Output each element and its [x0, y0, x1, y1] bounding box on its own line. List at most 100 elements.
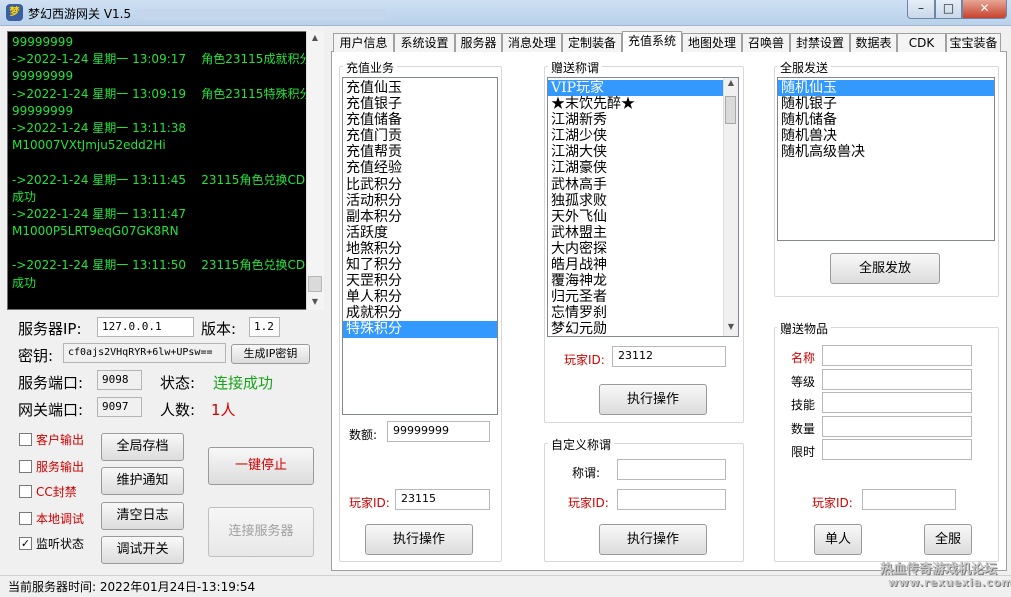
list-item[interactable]: 江湖大侠: [548, 144, 738, 160]
connect-server-button[interactable]: 连接服务器: [208, 507, 314, 557]
log-scrollbar[interactable]: ▲ ▼: [306, 31, 324, 310]
gift-title-scrollbar[interactable]: ▲ ▼: [723, 78, 738, 336]
gift-field-input[interactable]: [822, 392, 972, 413]
list-item[interactable]: VIP玩家: [548, 80, 738, 97]
gift-field-input[interactable]: [822, 439, 972, 460]
list-item[interactable]: 武林盟主: [548, 225, 738, 241]
gift-single-button[interactable]: 单人: [814, 524, 862, 555]
list-item[interactable]: 成就积分: [343, 305, 497, 321]
list-item[interactable]: 单人积分: [343, 289, 497, 305]
gateway-port-field[interactable]: 9097: [97, 397, 142, 417]
list-item[interactable]: 皓月战神: [548, 257, 738, 273]
list-item[interactable]: 充值仙玉: [343, 80, 497, 96]
server-ip-field[interactable]: 127.0.0.1: [97, 317, 194, 337]
list-item[interactable]: 归元圣者: [548, 289, 738, 305]
scroll-down-icon[interactable]: ▼: [307, 295, 323, 309]
list-item[interactable]: 特殊积分: [343, 321, 497, 338]
broadcast-listbox[interactable]: 随机仙玉 随机银子 随机储备 随机兽决 随机高级兽决: [777, 77, 995, 241]
stop-all-button[interactable]: 一键停止: [208, 447, 314, 485]
maximize-button[interactable]: □: [935, 0, 962, 19]
scroll-down-icon[interactable]: ▼: [724, 322, 738, 331]
amount-field[interactable]: 99999999: [387, 421, 490, 442]
tab-4[interactable]: 定制装备: [562, 33, 622, 52]
list-item[interactable]: 充值门贡: [343, 128, 497, 144]
option-label[interactable]: 客户输出: [36, 431, 84, 448]
list-item[interactable]: 充值储备: [343, 112, 497, 128]
list-item[interactable]: 副本积分: [343, 209, 497, 225]
debug-toggle-button[interactable]: 调试开关: [101, 536, 184, 564]
gift-player-id-field[interactable]: [862, 489, 956, 510]
tab-7[interactable]: 召唤兽: [742, 33, 790, 52]
recharge-player-id-field[interactable]: 23115: [395, 489, 490, 510]
custom-title-player-id-field[interactable]: [617, 489, 726, 510]
custom-title-name-field[interactable]: [617, 459, 726, 480]
list-item[interactable]: 梦幻元勋: [548, 321, 738, 336]
list-item[interactable]: 随机兽决: [778, 128, 994, 144]
tab-5[interactable]: 充值系统: [622, 31, 682, 52]
gift-field-input[interactable]: [822, 416, 972, 437]
list-item[interactable]: 独孤求败: [548, 193, 738, 209]
recharge-listbox[interactable]: 充值仙玉 充值银子 充值储备 充值门贡 充值帮贡 充值经验 比武积分 活动积分 副本积分 活跃度地…: [342, 77, 498, 415]
list-item[interactable]: 比武积分: [343, 177, 497, 193]
option-checkbox[interactable]: [19, 485, 32, 498]
list-item[interactable]: 随机储备: [778, 112, 994, 128]
clear-log-button[interactable]: 清空日志: [101, 502, 184, 530]
title-player-id-field[interactable]: 23112: [612, 346, 726, 367]
option-label[interactable]: CC封禁: [36, 483, 77, 500]
list-item[interactable]: 充值经验: [343, 160, 497, 176]
tab-8[interactable]: 封禁设置: [790, 33, 850, 52]
list-item[interactable]: 活动积分: [343, 193, 497, 209]
tab-3[interactable]: 消息处理: [502, 33, 562, 52]
list-item[interactable]: 充值银子: [343, 96, 497, 112]
minimize-button[interactable]: –: [907, 0, 935, 19]
list-item[interactable]: 武林高手: [548, 177, 738, 193]
option-checkbox[interactable]: [19, 460, 32, 473]
scroll-up-icon[interactable]: ▲: [307, 31, 323, 45]
tab-2[interactable]: 服务器: [455, 33, 502, 52]
list-item[interactable]: 随机银子: [778, 96, 994, 112]
option-label[interactable]: 服务输出: [36, 458, 84, 475]
custom-title-execute-button[interactable]: 执行操作: [599, 524, 707, 555]
option-label[interactable]: 本地调试: [36, 510, 84, 527]
list-item[interactable]: 江湖少侠: [548, 128, 738, 144]
key-field[interactable]: cf0ajs2VHqRYR+6lw+UPsw==: [63, 343, 226, 363]
gift-title-scroll-thumb[interactable]: [725, 96, 736, 124]
broadcast-send-button[interactable]: 全服发放: [830, 253, 940, 284]
tab-6[interactable]: 地图处理: [682, 33, 742, 52]
list-item[interactable]: 活跃度: [343, 225, 497, 241]
service-port-field[interactable]: 9098: [97, 370, 142, 390]
title-execute-button[interactable]: 执行操作: [599, 384, 707, 415]
maintenance-notice-button[interactable]: 维护通知: [101, 467, 184, 495]
version-field[interactable]: 1.2: [249, 317, 280, 337]
log-console[interactable]: 99999999 ->2022-1-24 星期一 13:09:17 角色23115…: [7, 31, 324, 310]
scroll-up-icon[interactable]: ▲: [724, 78, 738, 87]
list-item[interactable]: 充值帮贡: [343, 144, 497, 160]
save-all-button[interactable]: 全局存档: [101, 433, 184, 461]
gift-field-input[interactable]: [822, 369, 972, 390]
list-item[interactable]: 随机高级兽决: [778, 144, 994, 160]
tab-9[interactable]: 数据表: [850, 33, 897, 52]
tab-11[interactable]: 宝宝装备: [946, 33, 1001, 52]
option-checkbox[interactable]: ✓: [19, 537, 32, 550]
option-checkbox[interactable]: [19, 433, 32, 446]
log-scroll-thumb[interactable]: [308, 276, 322, 292]
list-item[interactable]: 天外飞仙: [548, 209, 738, 225]
list-item[interactable]: 江湖新秀: [548, 112, 738, 128]
list-item[interactable]: ★末饮先醉★: [548, 96, 738, 112]
gift-title-listbox[interactable]: VIP玩家 ★末饮先醉★ 江湖新秀 江湖少侠 江湖大侠 江湖豪侠 武林高手 独孤求败 天外飞仙武…: [547, 77, 739, 337]
generate-key-button[interactable]: 生成IP密钥: [231, 344, 310, 364]
close-button[interactable]: ✕: [962, 0, 1007, 19]
list-item[interactable]: 天罡积分: [343, 273, 497, 289]
tab-1[interactable]: 系统设置: [394, 33, 455, 52]
recharge-execute-button[interactable]: 执行操作: [365, 524, 473, 555]
list-item[interactable]: 忘情罗刹: [548, 305, 738, 321]
gift-field-input[interactable]: [822, 345, 972, 366]
list-item[interactable]: 随机仙玉: [778, 80, 994, 97]
tab-10[interactable]: CDK: [897, 33, 946, 52]
gift-all-button[interactable]: 全服: [924, 524, 972, 555]
list-item[interactable]: 大内密探: [548, 241, 738, 257]
list-item[interactable]: 江湖豪侠: [548, 160, 738, 176]
list-item[interactable]: 覆海神龙: [548, 273, 738, 289]
option-label[interactable]: 监听状态: [36, 535, 84, 552]
tab-0[interactable]: 用户信息: [333, 33, 394, 52]
